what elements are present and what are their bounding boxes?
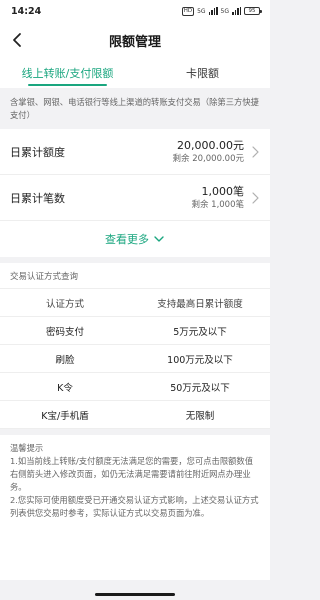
- limit-values: 20,000.00元 剩余 20,000.00元: [173, 139, 244, 165]
- tab-online-transfer-limit[interactable]: 线上转账/支付限额: [0, 58, 135, 88]
- chevron-left-icon: [13, 33, 21, 47]
- chevron-down-icon: [154, 236, 164, 242]
- auth-method: 刷脸: [55, 354, 75, 366]
- limit-value: 20,000.00元: [177, 138, 244, 152]
- column-header: 支持最高日累计额度: [157, 298, 243, 310]
- tips-section: 温馨提示 1.如当前线上转账/支付额度无法满足您的需要，您可点击限额数值右侧箭头…: [0, 435, 270, 580]
- tip-line: 1.如当前线上转账/支付额度无法满足您的需要，您可点击限额数值右侧箭头进入修改页…: [10, 456, 254, 492]
- nav-bar: 限额管理: [0, 22, 270, 58]
- status-indicators: HD 5G 5G 95: [181, 6, 262, 16]
- table-header-row: 认证方式 支持最高日累计额度: [0, 289, 270, 317]
- limit-remaining: 剩余 1,000笔: [191, 199, 244, 210]
- auth-limit: 无限制: [185, 410, 215, 422]
- chevron-right-icon[interactable]: [250, 191, 260, 205]
- page-title: 限额管理: [108, 34, 161, 50]
- table-row: 刷脸 100万元及以下: [0, 345, 270, 373]
- auth-limit: 5万元及以下: [173, 326, 227, 338]
- auth-method: 密码支付: [45, 326, 84, 338]
- network-label-1: 5G: [197, 7, 206, 15]
- limit-remaining: 剩余 20,000.00元: [172, 153, 244, 164]
- table-row: K令 50万元及以下: [0, 373, 270, 401]
- home-indicator[interactable]: [95, 593, 175, 596]
- status-bar: 14:24 HD 5G 5G 95: [0, 0, 270, 22]
- chevron-right-icon[interactable]: [250, 145, 260, 159]
- status-time: 14:24: [11, 5, 42, 17]
- signal-icon-2: [232, 7, 241, 15]
- daily-amount-limit-row[interactable]: 日累计额度 20,000.00元 剩余 20,000.00元: [0, 129, 270, 175]
- view-more-label: 查看更多: [105, 233, 149, 246]
- tab-card-limit[interactable]: 卡限额: [135, 58, 270, 88]
- limit-label: 日累计笔数: [10, 191, 65, 205]
- auth-section-title: 交易认证方式查询: [0, 263, 270, 289]
- daily-count-limit-row[interactable]: 日累计笔数 1,000笔 剩余 1,000笔: [0, 175, 270, 221]
- auth-method: K令: [57, 382, 73, 394]
- auth-method: K宝/手机盾: [41, 410, 89, 422]
- auth-limit: 100万元及以下: [167, 354, 233, 366]
- limit-values: 1,000笔 剩余 1,000笔: [191, 185, 244, 211]
- battery-level: 95: [248, 8, 256, 14]
- signal-icon: [208, 7, 218, 15]
- table-row: K宝/手机盾 无限制: [0, 401, 270, 429]
- tab-label: 卡限额: [186, 67, 219, 80]
- network-label-2: 5G: [220, 7, 229, 15]
- tips-title: 温馨提示: [10, 443, 44, 453]
- table-row: 密码支付 5万元及以下: [0, 317, 270, 345]
- tip-line: 2.您实际可使用额度受已开通交易认证方式影响，上述交易认证方式列表供您交易时参考…: [10, 495, 259, 518]
- battery-icon: 95: [244, 7, 262, 15]
- back-button[interactable]: [6, 29, 28, 51]
- tab-bar: 线上转账/支付限额 卡限额: [0, 58, 270, 88]
- view-more-button[interactable]: 查看更多: [0, 221, 270, 257]
- limit-description: 含掌银、网银、电话银行等线上渠道的转账支付交易（除第三方快捷支付）: [10, 97, 259, 120]
- limit-label: 日累计额度: [10, 145, 65, 159]
- limit-value: 1,000笔: [201, 184, 245, 198]
- auth-methods-table: 认证方式 支持最高日累计额度 密码支付 5万元及以下 刷脸 100万元及以下 K…: [0, 289, 270, 429]
- hd-icon: HD: [181, 6, 195, 16]
- tab-label: 线上转账/支付限额: [21, 67, 114, 80]
- limits-card: 日累计额度 20,000.00元 剩余 20,000.00元 日累计笔数 1,0…: [0, 129, 270, 257]
- auth-limit: 50万元及以下: [170, 382, 230, 394]
- column-header: 认证方式: [45, 298, 84, 310]
